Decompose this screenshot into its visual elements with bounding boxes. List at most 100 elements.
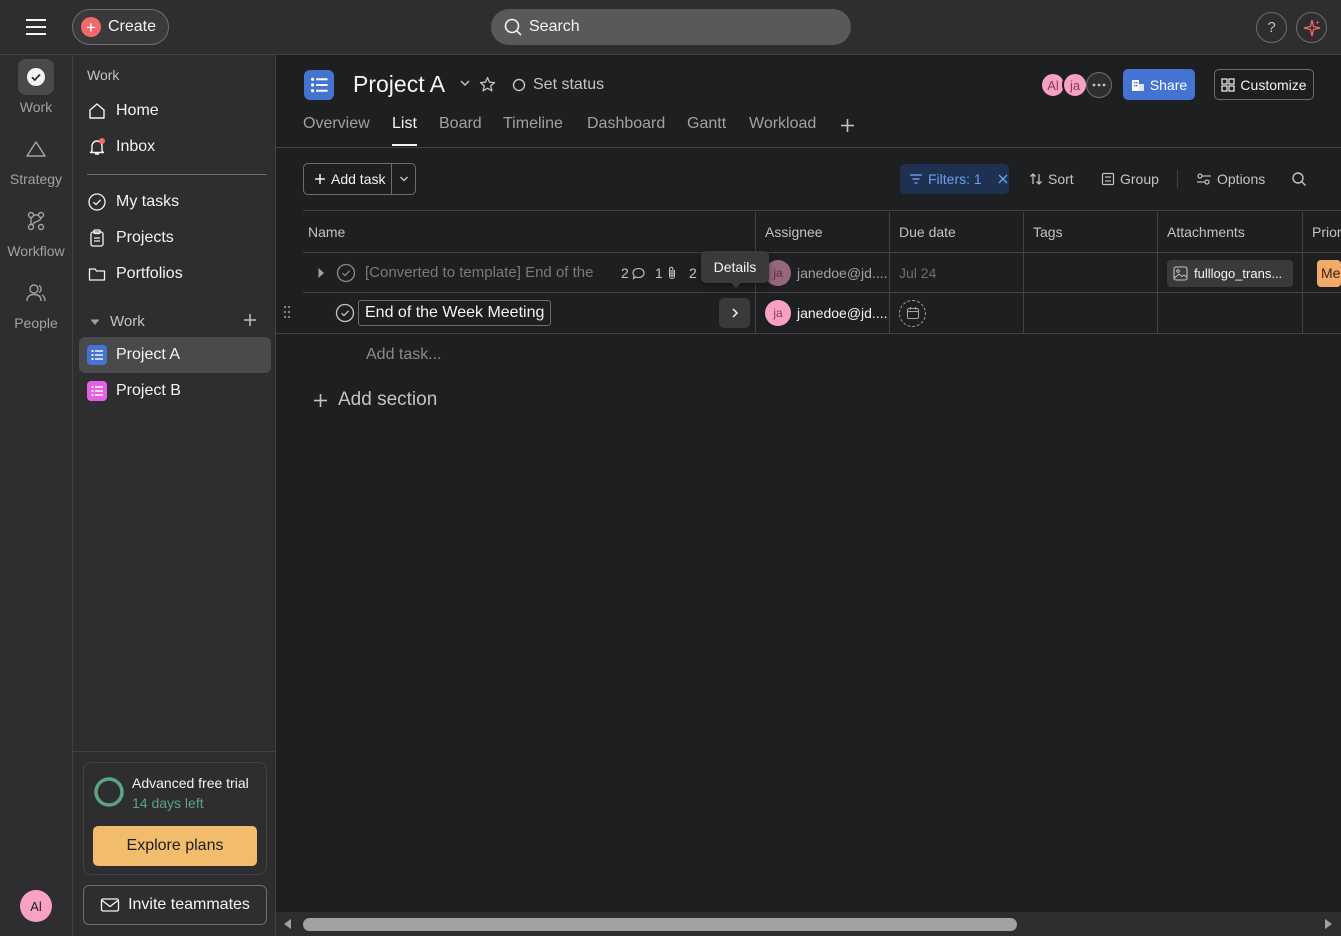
add-task-inline[interactable]: Add task... <box>366 346 442 364</box>
share-building-icon <box>1131 79 1144 91</box>
close-icon[interactable] <box>997 173 1009 185</box>
group-icon <box>1101 172 1115 186</box>
column-header-label: Attachments <box>1167 224 1245 240</box>
ai-sparkle-button[interactable] <box>1296 12 1327 43</box>
sidebar-item-portfolios[interactable]: Portfolios <box>79 256 271 292</box>
column-header-label: Tags <box>1033 224 1063 240</box>
column-header-priority[interactable]: Prior <box>1303 212 1341 252</box>
help-button[interactable]: ? <box>1256 12 1287 43</box>
column-header-attachments[interactable]: Attachments <box>1158 212 1303 252</box>
column-header-assignee[interactable]: Assignee <box>756 212 890 252</box>
left-rail: Work Strategy Workflow People <box>0 55 72 936</box>
column-header-due-date[interactable]: Due date <box>890 212 1024 252</box>
scroll-left-arrow-icon[interactable] <box>282 918 292 930</box>
tab-workload[interactable]: Workload <box>749 115 816 133</box>
star-icon[interactable] <box>479 76 496 93</box>
tab-overview[interactable]: Overview <box>303 115 370 133</box>
group-button[interactable]: Group <box>1101 163 1159 195</box>
rail-item-workflow[interactable]: Workflow <box>0 203 72 259</box>
details-button[interactable] <box>719 298 750 328</box>
user-avatar[interactable]: Al <box>20 890 52 922</box>
share-button[interactable]: Share <box>1123 69 1195 100</box>
sidebar-item-project-b[interactable]: Project B <box>79 373 271 409</box>
due-date-cell[interactable]: Jul 24 <box>890 253 1024 293</box>
check-circle-icon[interactable] <box>336 263 356 283</box>
hamburger-menu-icon[interactable] <box>22 14 50 40</box>
tab-dashboard[interactable]: Dashboard <box>587 115 665 133</box>
comment-count-value: 2 <box>621 265 629 281</box>
clipboard-icon <box>90 229 104 247</box>
scrollbar-thumb[interactable] <box>303 918 1017 931</box>
tags-cell[interactable] <box>1024 253 1158 293</box>
priority-cell[interactable] <box>1303 293 1341 333</box>
filters-button[interactable]: Filters: 1 <box>900 164 1009 194</box>
work-group-toggle[interactable]: Work <box>89 313 145 330</box>
options-label: Options <box>1217 171 1266 187</box>
search-icon[interactable] <box>1291 171 1307 187</box>
image-icon <box>1173 265 1188 281</box>
add-section-button[interactable]: Add section <box>313 389 437 411</box>
sidebar-item-home[interactable]: Home <box>79 93 271 129</box>
sort-button[interactable]: Sort <box>1029 163 1074 195</box>
caret-right-icon[interactable] <box>317 267 325 279</box>
group-label: Group <box>1120 171 1159 187</box>
assignee-cell[interactable]: ja janedoe@jd.... <box>756 293 890 333</box>
priority-cell[interactable]: Me <box>1303 253 1341 293</box>
project-list-icon <box>304 70 334 100</box>
add-task-dropdown-chevron-icon[interactable] <box>392 164 415 194</box>
toolbar-divider <box>1177 170 1178 188</box>
calendar-icon[interactable] <box>899 299 926 327</box>
tab-timeline[interactable]: Timeline <box>503 115 563 133</box>
project-title[interactable]: Project A <box>353 71 445 98</box>
invite-teammates-button[interactable]: Invite teammates <box>83 885 267 925</box>
chevron-down-icon[interactable] <box>459 78 471 88</box>
options-button[interactable]: Options <box>1196 163 1265 195</box>
task-name-cell[interactable]: End of the Week Meeting <box>303 293 756 333</box>
assignee-cell[interactable]: ja janedoe@jd.... <box>756 253 890 293</box>
member-initials: Al <box>1047 77 1059 93</box>
column-header-tags[interactable]: Tags <box>1024 212 1158 252</box>
task-name-input[interactable]: End of the Week Meeting <box>358 300 552 326</box>
check-circle-icon[interactable] <box>335 303 355 323</box>
tab-gantt[interactable]: Gantt <box>687 115 726 133</box>
rail-item-strategy[interactable]: Strategy <box>0 131 72 187</box>
attachments-cell[interactable] <box>1158 293 1303 333</box>
customize-button[interactable]: Customize <box>1214 69 1314 100</box>
assignee-email: janedoe@jd.... <box>797 305 888 321</box>
trial-progress-ring-icon <box>93 776 125 808</box>
tab-board[interactable]: Board <box>439 115 482 133</box>
add-project-plus-icon[interactable] <box>243 313 257 327</box>
rail-label: Strategy <box>9 171 63 187</box>
sidebar-item-label: Home <box>116 102 159 119</box>
sidebar-item-my-tasks[interactable]: My tasks <box>79 184 271 220</box>
search-input[interactable]: Search <box>491 9 851 45</box>
task-name-cell[interactable]: [Converted to template] End of the 2 1 2 <box>303 253 756 293</box>
tab-list[interactable]: List <box>392 115 417 133</box>
add-task-button[interactable]: Add task <box>304 164 392 194</box>
member-avatar[interactable]: ja <box>1062 72 1088 98</box>
create-button[interactable]: + Create <box>72 9 169 45</box>
help-icon: ? <box>1267 19 1276 36</box>
attachment-count-value: 1 <box>655 265 663 281</box>
add-tab-plus-icon[interactable] <box>840 118 855 133</box>
main-content: Project A Set status Al ja Share Customi… <box>276 55 1341 936</box>
attachments-cell[interactable]: fulllogo_trans... <box>1158 253 1303 293</box>
tags-cell[interactable] <box>1024 293 1158 333</box>
more-members-icon[interactable] <box>1086 72 1112 98</box>
scroll-right-arrow-icon[interactable] <box>1324 918 1334 930</box>
attachment-chip[interactable]: fulllogo_trans... <box>1167 259 1293 287</box>
assignee-email: janedoe@jd.... <box>797 265 888 281</box>
sidebar-item-inbox[interactable]: Inbox <box>79 129 271 165</box>
column-header-name[interactable]: Name <box>303 212 756 252</box>
rail-item-people[interactable]: People <box>0 275 72 331</box>
drag-handle-icon[interactable] <box>283 305 291 319</box>
plus-icon <box>315 174 325 184</box>
sidebar-item-project-a[interactable]: Project A <box>79 337 271 373</box>
explore-plans-button[interactable]: Explore plans <box>93 826 257 866</box>
sidebar-item-projects[interactable]: Projects <box>79 220 271 256</box>
member-initials: ja <box>1069 77 1081 93</box>
set-status-button[interactable]: Set status <box>512 76 604 94</box>
rail-item-work[interactable]: Work <box>0 59 72 115</box>
due-date-cell[interactable] <box>890 293 1024 333</box>
top-bar: + Create Search ? <box>0 0 1341 55</box>
